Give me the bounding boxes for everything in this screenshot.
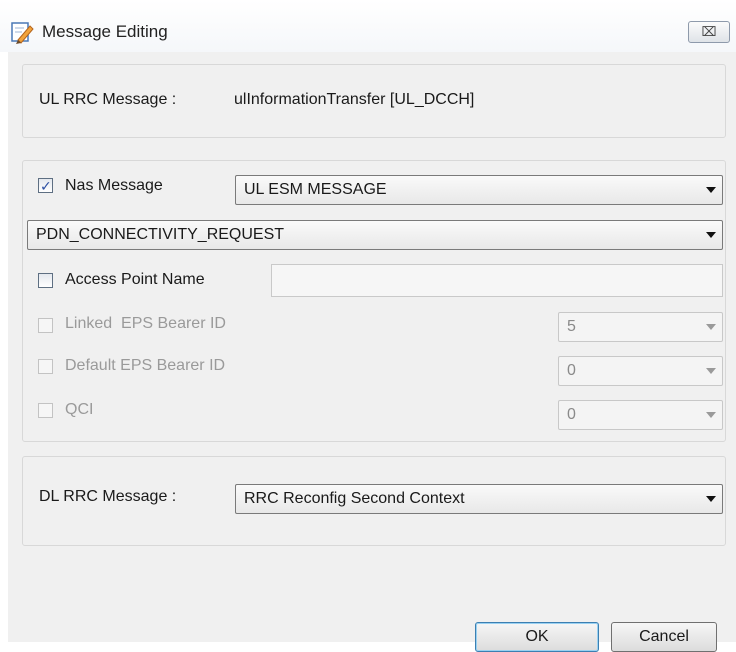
nas-message-label: Nas Message: [65, 177, 163, 194]
edit-pencil-icon: [10, 20, 34, 44]
apn-input[interactable]: [271, 264, 723, 297]
ok-button[interactable]: OK: [475, 622, 599, 652]
cancel-button[interactable]: Cancel: [611, 622, 717, 652]
nas-message-type-value: UL ESM MESSAGE: [244, 181, 387, 198]
chevron-down-icon: [706, 368, 716, 374]
checkmark-icon: ✓: [40, 178, 52, 194]
qci-value: 0: [567, 406, 576, 423]
default-eps-select[interactable]: 0: [558, 356, 723, 386]
qci-select[interactable]: 0: [558, 400, 723, 430]
ul-rrc-value: ulInformationTransfer [UL_DCCH]: [234, 91, 475, 108]
apn-checkbox[interactable]: [38, 273, 53, 288]
chevron-down-icon: [706, 187, 716, 193]
close-button[interactable]: ⌧: [688, 21, 730, 43]
default-eps-checkbox[interactable]: [38, 359, 53, 374]
nas-procedure-value: PDN_CONNECTIVITY_REQUEST: [36, 226, 285, 243]
linked-eps-checkbox[interactable]: [38, 318, 53, 333]
dl-rrc-value: RRC Reconfig Second Context: [244, 490, 465, 507]
apn-label: Access Point Name: [65, 271, 205, 288]
linked-eps-value: 5: [567, 318, 576, 335]
nas-message-checkbox[interactable]: ✓: [38, 178, 53, 194]
default-eps-value: 0: [567, 362, 576, 379]
qci-label: QCI: [65, 401, 94, 418]
chevron-down-icon: [706, 496, 716, 502]
ul-rrc-label: UL RRC Message :: [39, 91, 177, 108]
window-title: Message Editing: [42, 22, 168, 41]
close-icon: ⌧: [701, 24, 717, 39]
chevron-down-icon: [706, 232, 716, 238]
linked-eps-select[interactable]: 5: [558, 312, 723, 342]
title-bar: Message Editing ⌧: [0, 0, 736, 52]
dl-rrc-select[interactable]: RRC Reconfig Second Context: [235, 484, 723, 514]
chevron-down-icon: [706, 324, 716, 330]
dl-rrc-group: DL RRC Message : RRC Reconfig Second Con…: [22, 456, 726, 546]
chevron-down-icon: [706, 412, 716, 418]
dl-rrc-label: DL RRC Message :: [39, 488, 177, 505]
dialog-body: UL RRC Message : ulInformationTransfer […: [8, 52, 736, 652]
nas-group: ✓ Nas Message UL ESM MESSAGE PDN_CONNECT…: [22, 160, 726, 442]
ul-rrc-group: UL RRC Message : ulInformationTransfer […: [22, 64, 726, 138]
qci-checkbox[interactable]: [38, 403, 53, 418]
nas-procedure-select[interactable]: PDN_CONNECTIVITY_REQUEST: [27, 220, 723, 250]
linked-eps-label: Linked EPS Bearer ID: [65, 315, 226, 332]
nas-message-type-select[interactable]: UL ESM MESSAGE: [235, 175, 723, 205]
default-eps-label: Default EPS Bearer ID: [65, 357, 226, 374]
